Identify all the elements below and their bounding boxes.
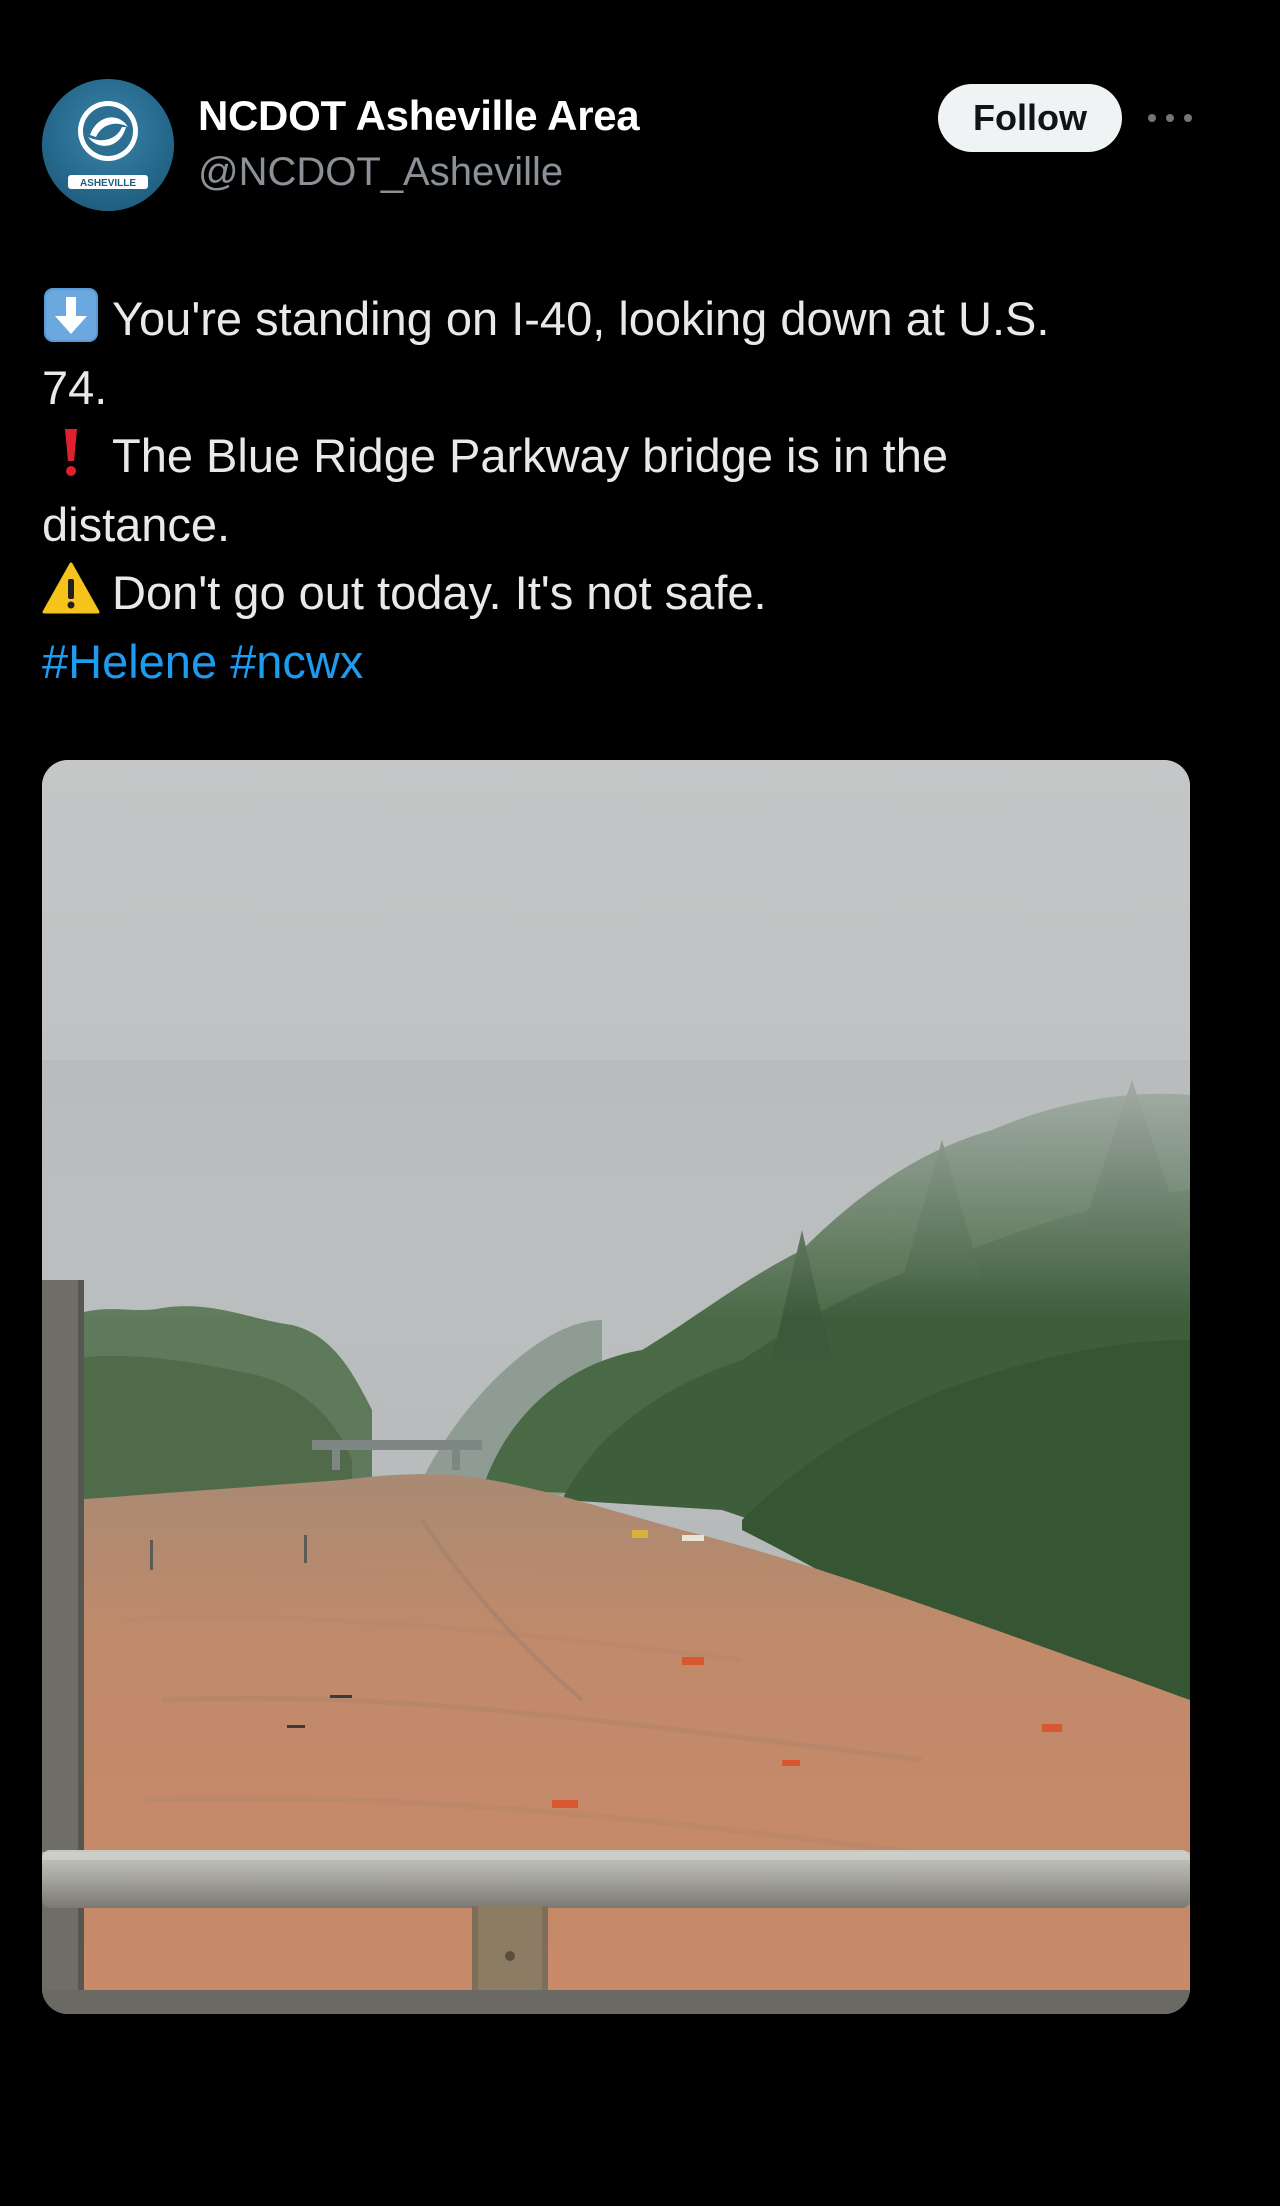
hashtags: #Helene #ncwx [42,628,1192,697]
text-line-content: 74. [42,360,108,414]
avatar-text: ASHEVILLE [80,178,136,189]
text-line: The Blue Ridge Parkway bridge is in the [42,422,1192,491]
hashtag-link[interactable]: #Helene [42,635,217,688]
hashtag-link[interactable]: #ncwx [230,635,363,688]
warning-emoji-icon [42,560,100,618]
text-line: 74. [42,354,1192,423]
account-handle[interactable]: @NCDOT_Asheville [198,150,563,195]
text-line: Don't go out today. It's not safe. [42,559,1192,628]
tweet-card: ASHEVILLE NCDOT Asheville Area @NCDOT_As… [0,0,1280,2206]
text-line-content: Don't go out today. It's not safe. [112,566,767,619]
tweet-text: You're standing on I-40, looking down at… [42,285,1192,696]
exclamation-emoji-icon [42,423,100,481]
text-line: You're standing on I-40, looking down at… [42,285,1192,354]
down-arrow-emoji-icon [42,286,100,344]
display-name[interactable]: NCDOT Asheville Area [198,92,640,140]
follow-button[interactable]: Follow [938,84,1122,152]
text-line-content: You're standing on I-40, looking down at… [112,292,1050,345]
tweet-photo[interactable] [42,760,1190,2014]
more-horizontal-icon[interactable] [1148,108,1192,128]
text-line: distance. [42,491,1192,560]
text-line-content: distance. [42,497,231,551]
text-line-content: The Blue Ridge Parkway bridge is in the [112,429,948,482]
avatar[interactable]: ASHEVILLE [42,79,174,211]
